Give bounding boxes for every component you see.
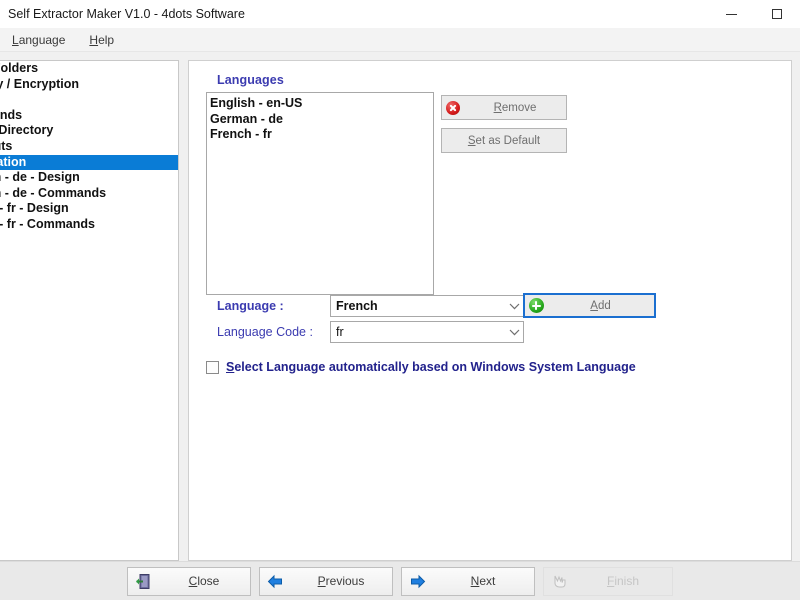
- auto-select-language-label: Select Language automatically based on W…: [226, 360, 636, 374]
- next-button-label: Next: [470, 574, 496, 588]
- list-item[interactable]: German - de: [210, 112, 433, 128]
- list-item[interactable]: French - fr: [210, 127, 433, 143]
- title-bar: Self Extractor Maker V1.0 - 4dots Softwa…: [0, 0, 800, 28]
- exit-door-icon: [128, 573, 158, 590]
- sidebar-item-french-fr-design[interactable]: French - fr - Design: [0, 201, 178, 217]
- menu-item-language[interactable]: LLanguageanguage: [0, 31, 77, 49]
- remove-button-label: Remove: [493, 101, 537, 114]
- remove-circle-icon: [442, 100, 464, 115]
- arrow-right-icon: [402, 574, 432, 589]
- sidebar-item-output-directory[interactable]: Output Directory: [0, 123, 178, 139]
- sidebar-item-shortcuts[interactable]: Shortcuts: [0, 139, 178, 155]
- arrow-left-icon: [260, 574, 290, 589]
- add-button-label: Add: [590, 299, 611, 312]
- sidebar-item-german-de-design[interactable]: German - de - Design: [0, 170, 178, 186]
- minimize-icon: [725, 13, 737, 15]
- next-button[interactable]: Next: [401, 566, 535, 596]
- previous-button[interactable]: Previous: [259, 566, 393, 596]
- client-area: Files / Folders Security / Encryption Ve…: [0, 52, 800, 600]
- previous-button-label: Previous: [317, 574, 365, 588]
- sidebar-item-security-encryption[interactable]: Security / Encryption: [0, 77, 178, 93]
- finish-button: Finish: [543, 566, 673, 596]
- set-as-default-button[interactable]: Set as Default: [441, 128, 567, 153]
- menu-item-help[interactable]: HHelpelp: [77, 31, 126, 49]
- language-dropdown[interactable]: French: [330, 295, 524, 317]
- remove-button[interactable]: Remove: [441, 95, 567, 120]
- window-controls: [708, 0, 800, 28]
- sidebar-item-files-folders[interactable]: Files / Folders: [0, 61, 178, 77]
- language-label: Language :: [217, 299, 284, 313]
- sidebar-item-localization[interactable]: Localization: [0, 154, 178, 171]
- footer-button-bar: Close Previous Next Finish: [0, 561, 800, 600]
- language-code-dropdown[interactable]: fr: [330, 321, 524, 343]
- window-title: Self Extractor Maker V1.0 - 4dots Softwa…: [8, 7, 245, 21]
- language-code-dropdown-value: fr: [336, 325, 344, 339]
- sidebar-item-version[interactable]: Version: [0, 92, 178, 108]
- maximize-button[interactable]: [754, 0, 800, 28]
- close-button[interactable]: Close: [127, 566, 251, 596]
- auto-select-language-checkbox-row[interactable]: Select Language automatically based on W…: [206, 360, 636, 374]
- sidebar-item-commands[interactable]: Commands: [0, 108, 178, 124]
- language-code-label: Language Code :: [217, 325, 313, 339]
- add-circle-icon: [525, 298, 547, 313]
- set-as-default-button-label: Set as Default: [467, 134, 541, 147]
- menu-bar: LLanguageanguage HHelpelp: [0, 28, 800, 52]
- hand-pointer-icon: [544, 573, 574, 590]
- minimize-button[interactable]: [708, 0, 754, 28]
- languages-listbox[interactable]: English - en-US German - de French - fr: [206, 92, 434, 295]
- sidebar-item-french-fr-commands[interactable]: French - fr - Commands: [0, 217, 178, 233]
- sidebar-nav[interactable]: Files / Folders Security / Encryption Ve…: [0, 60, 179, 561]
- close-button-label: Close: [188, 574, 220, 588]
- list-item[interactable]: English - en-US: [210, 96, 433, 112]
- chevron-down-icon: [505, 303, 523, 310]
- main-panel: Languages English - en-US German - de Fr…: [188, 60, 792, 561]
- auto-select-language-checkbox[interactable]: [206, 360, 219, 374]
- add-button[interactable]: Add: [523, 293, 656, 318]
- finish-button-label: Finish: [606, 574, 640, 588]
- chevron-down-icon: [505, 329, 523, 336]
- maximize-icon: [772, 9, 782, 19]
- language-dropdown-value: French: [336, 299, 378, 313]
- sidebar-item-german-de-commands[interactable]: German - de - Commands: [0, 186, 178, 202]
- languages-group-label: Languages: [217, 73, 284, 87]
